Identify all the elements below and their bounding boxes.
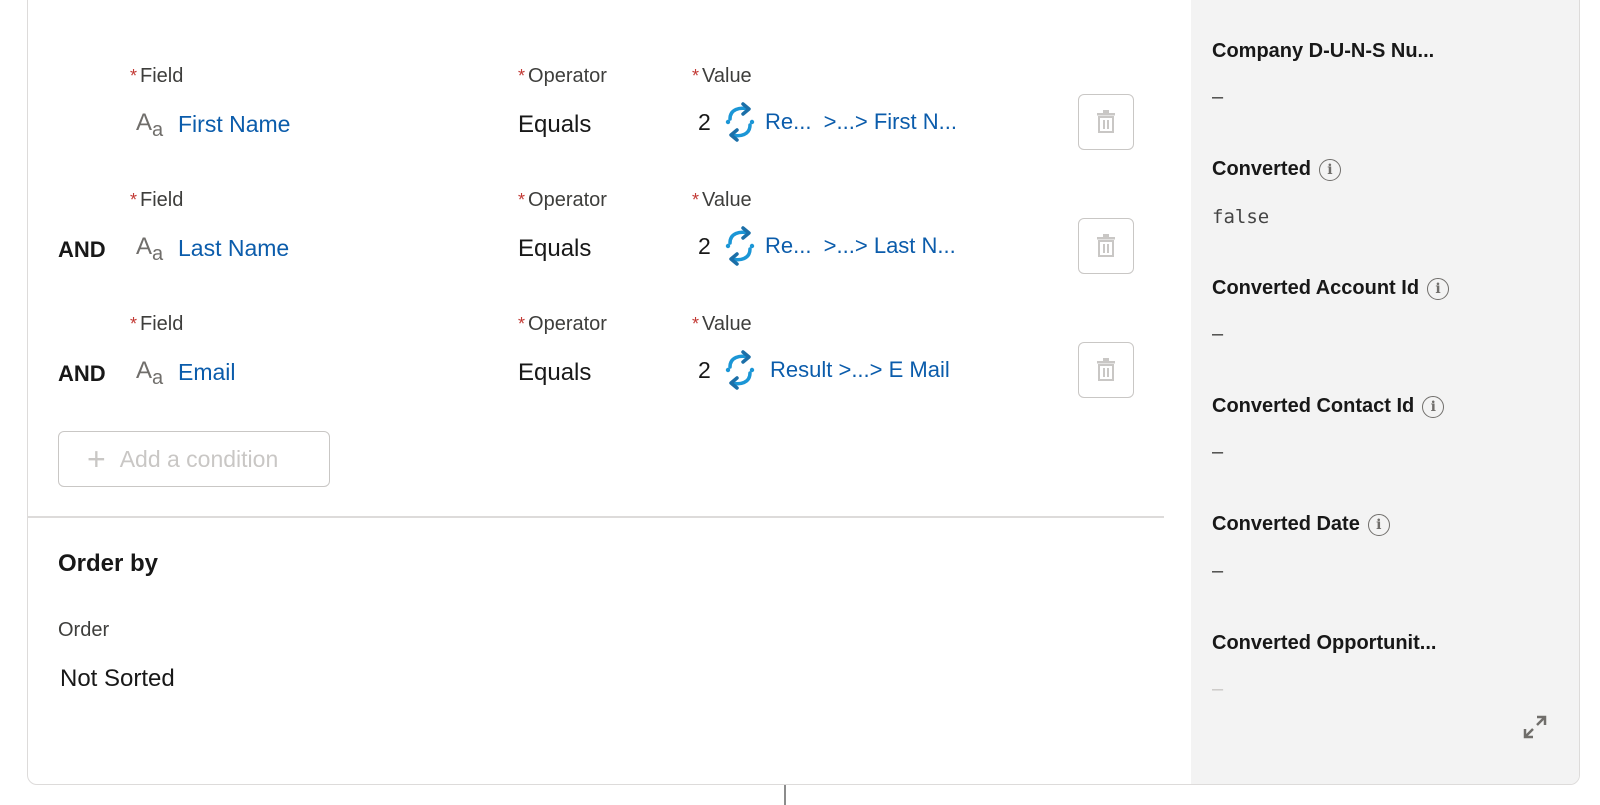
value-label: * Value bbox=[692, 313, 752, 335]
section-divider bbox=[28, 516, 1164, 518]
record-field-value: – bbox=[1212, 86, 1224, 108]
query-card: * Field * Operator * Value Aa First Name Eq… bbox=[27, 0, 1580, 785]
text-field-icon: Aa bbox=[136, 357, 164, 389]
order-value[interactable]: Not Sorted bbox=[60, 665, 175, 693]
text-field-icon: Aa bbox=[136, 233, 164, 265]
record-field-label: Converted Date i bbox=[1212, 513, 1390, 536]
record-field-label: Converted Contact Id i bbox=[1212, 395, 1445, 418]
field-value-link[interactable]: Email bbox=[178, 359, 236, 386]
record-field-value: – bbox=[1212, 678, 1224, 700]
resource-sync-icon bbox=[725, 226, 755, 266]
add-condition-button[interactable]: + Add a condition bbox=[58, 431, 330, 487]
record-field-label: Converted Opportunit... bbox=[1212, 632, 1437, 654]
value-link[interactable]: Re... >...> Last N... bbox=[765, 233, 956, 259]
record-field-label: Company D-U-N-S Nu... bbox=[1212, 40, 1435, 62]
operator-label: * Operator bbox=[518, 189, 607, 211]
delete-condition-button[interactable] bbox=[1078, 342, 1134, 398]
condition-row: * Field * Operator * Value AND Aa Email Equ… bbox=[28, 309, 1188, 433]
condition-row: * Field * Operator * Value Aa First Name Eq… bbox=[28, 61, 1188, 185]
flow-connector-line bbox=[784, 785, 786, 805]
field-value-link[interactable]: Last Name bbox=[178, 235, 289, 262]
order-label: Order bbox=[58, 619, 110, 641]
field-value-link[interactable]: First Name bbox=[178, 111, 290, 138]
record-field-value: false bbox=[1212, 206, 1270, 228]
value-label: * Value bbox=[692, 65, 752, 87]
field-label: * Field bbox=[130, 313, 184, 335]
value-count: 2 bbox=[698, 109, 711, 135]
trash-icon bbox=[1097, 358, 1115, 381]
operator-value[interactable]: Equals bbox=[518, 235, 591, 263]
resource-sync-icon bbox=[725, 350, 755, 390]
value-link[interactable]: Re... >...> First N... bbox=[765, 109, 957, 135]
operator-value[interactable]: Equals bbox=[518, 111, 591, 139]
value-link[interactable]: Result >...> E Mail bbox=[770, 357, 950, 383]
info-icon[interactable]: i bbox=[1422, 395, 1445, 418]
trash-icon bbox=[1097, 110, 1115, 133]
record-field-value: – bbox=[1212, 323, 1224, 345]
field-label: * Field bbox=[130, 189, 184, 211]
value-label: * Value bbox=[692, 189, 752, 211]
condition-connector: AND bbox=[58, 361, 106, 386]
condition-connector: AND bbox=[58, 237, 106, 262]
value-count: 2 bbox=[698, 233, 711, 259]
record-details-panel: Company D-U-N-S Nu... – Converted i false… bbox=[1191, 0, 1579, 784]
delete-condition-button[interactable] bbox=[1078, 94, 1134, 150]
operator-value[interactable]: Equals bbox=[518, 359, 591, 387]
text-field-icon: Aa bbox=[136, 109, 164, 141]
info-icon[interactable]: i bbox=[1367, 513, 1390, 536]
info-icon[interactable]: i bbox=[1318, 158, 1341, 181]
add-condition-label: Add a condition bbox=[119, 445, 279, 472]
operator-label: * Operator bbox=[518, 313, 607, 335]
plus-icon: + bbox=[87, 440, 106, 477]
delete-condition-button[interactable] bbox=[1078, 218, 1134, 274]
expand-icon[interactable] bbox=[1521, 713, 1549, 741]
condition-row: * Field * Operator * Value AND Aa Last Name… bbox=[28, 185, 1188, 309]
order-by-heading: Order by bbox=[58, 550, 159, 577]
record-field-value: – bbox=[1212, 441, 1224, 463]
record-field-label: Converted Account Id i bbox=[1212, 277, 1450, 300]
record-field-label: Converted i bbox=[1212, 158, 1341, 181]
field-label: * Field bbox=[130, 65, 184, 87]
info-icon[interactable]: i bbox=[1427, 277, 1450, 300]
operator-label: * Operator bbox=[518, 65, 607, 87]
resource-sync-icon bbox=[725, 102, 755, 142]
record-field-value: – bbox=[1212, 560, 1224, 582]
value-count: 2 bbox=[698, 357, 711, 383]
trash-icon bbox=[1097, 234, 1115, 257]
